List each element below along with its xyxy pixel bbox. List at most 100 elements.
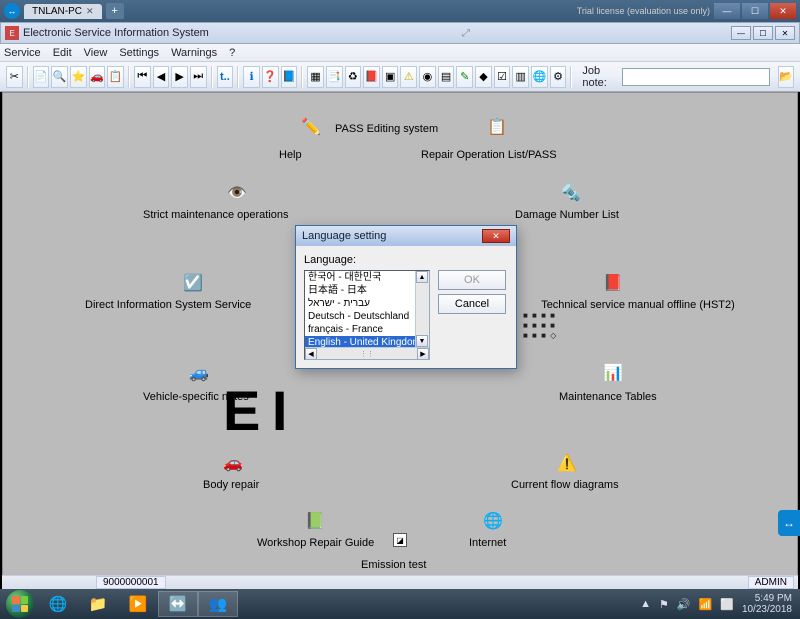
ok-button[interactable]: OK: [438, 270, 506, 290]
scroll-up-icon[interactable]: ▲: [416, 271, 428, 283]
tray-flag-icon[interactable]: ⚑: [659, 598, 669, 611]
window-maximize-button[interactable]: ☐: [742, 3, 768, 19]
tray-vol-icon[interactable]: 🔊: [677, 598, 691, 611]
tb-info-icon[interactable]: ℹ: [243, 66, 260, 88]
tb-btn-12[interactable]: 🌐: [531, 66, 548, 88]
tab-close-icon[interactable]: ✕: [86, 6, 94, 17]
app-minimize-button[interactable]: —: [731, 26, 751, 40]
tb-btn-1[interactable]: ▦: [307, 66, 324, 88]
label-repair-op: Repair Operation List/PASS: [421, 149, 557, 161]
task-esis[interactable]: 👥: [198, 591, 238, 617]
tb-next-icon[interactable]: ▶: [171, 66, 188, 88]
item-tech-manual[interactable]: 📕: [601, 271, 625, 297]
task-teamviewer[interactable]: ↔️: [158, 591, 198, 617]
task-ie[interactable]: 🌐: [38, 591, 78, 617]
item-pass-editing[interactable]: ✏️: [299, 115, 323, 141]
tb-find-icon[interactable]: 🔍: [51, 66, 68, 88]
tb-btn-2[interactable]: 📑: [326, 66, 343, 88]
job-note-input[interactable]: [622, 68, 770, 86]
tb-book-icon[interactable]: 📘: [281, 66, 298, 88]
tray-up-icon[interactable]: ▲: [640, 598, 651, 610]
tb-fav-icon[interactable]: ⭐: [70, 66, 87, 88]
tb-btn-10[interactable]: ☑: [494, 66, 511, 88]
teamviewer-side-tab[interactable]: ↔: [778, 510, 800, 536]
list-hscrollbar[interactable]: ◀ ⋮⋮ ▶: [305, 347, 429, 359]
menu-service[interactable]: Service: [4, 47, 41, 59]
lang-option-fr[interactable]: français - France: [305, 323, 429, 336]
tray-misc-icon[interactable]: ⬜: [720, 598, 734, 611]
tb-btn-7[interactable]: ▤: [438, 66, 455, 88]
task-media[interactable]: ▶️: [118, 591, 158, 617]
menu-warnings[interactable]: Warnings: [171, 47, 217, 59]
menu-edit[interactable]: Edit: [53, 47, 72, 59]
tb-page-icon[interactable]: 📋: [107, 66, 124, 88]
tb-help-icon[interactable]: ❓: [262, 66, 279, 88]
separator: [27, 66, 29, 88]
tb-doc-icon[interactable]: 📄: [33, 66, 50, 88]
tb-car-icon[interactable]: 🚗: [89, 66, 106, 88]
tray-net-icon[interactable]: 📶: [699, 598, 713, 611]
cancel-button[interactable]: Cancel: [438, 294, 506, 314]
tb-btn-8[interactable]: ✎: [456, 66, 473, 88]
dialog-title-bar[interactable]: Language setting ✕: [296, 226, 516, 246]
globe-icon: 🌐: [481, 509, 505, 533]
app-maximize-button[interactable]: ☐: [753, 26, 773, 40]
tb-note-open-icon[interactable]: 📂: [778, 66, 795, 88]
item-repair-op[interactable]: 📋: [485, 115, 509, 141]
tb-cut-icon[interactable]: ✂: [6, 66, 23, 88]
menu-settings[interactable]: Settings: [119, 47, 159, 59]
lang-option-de[interactable]: Deutsch - Deutschland: [305, 310, 429, 323]
item-maint-tables[interactable]: 📊: [601, 361, 625, 387]
language-dialog: Language setting ✕ Language: 한국어 - 대한민국 …: [295, 225, 517, 369]
windows-logo-icon: [6, 590, 34, 618]
new-tab-button[interactable]: +: [106, 3, 124, 19]
start-button[interactable]: [2, 589, 38, 619]
label-emission: Emission test: [361, 559, 426, 571]
label-help: Help: [279, 149, 302, 161]
label-current-flow: Current flow diagrams: [511, 479, 619, 491]
menu-help[interactable]: ?: [229, 47, 235, 59]
menu-view[interactable]: View: [84, 47, 108, 59]
scroll-thumb[interactable]: ⋮⋮: [317, 350, 417, 358]
app-close-button[interactable]: ✕: [775, 26, 795, 40]
item-internet[interactable]: 🌐: [481, 509, 505, 535]
tb-text-icon[interactable]: t..: [217, 66, 234, 88]
taskbar-clock[interactable]: 5:49 PM 10/23/2018: [742, 593, 792, 615]
emission-icon[interactable]: ◪: [393, 533, 407, 549]
list-vscrollbar[interactable]: ▲ ▼: [415, 271, 429, 347]
tb-btn-6[interactable]: ◉: [419, 66, 436, 88]
tb-warn-icon[interactable]: ⚠: [400, 66, 417, 88]
lang-option-he[interactable]: עברית - ישראל: [305, 297, 429, 310]
dialog-title: Language setting: [302, 230, 386, 242]
task-explorer[interactable]: 📁: [78, 591, 118, 617]
lang-option-ko[interactable]: 한국어 - 대한민국: [305, 271, 429, 284]
tb-btn-11[interactable]: ▥: [512, 66, 529, 88]
item-current-flow[interactable]: ⚠️: [555, 451, 579, 477]
window-minimize-button[interactable]: —: [714, 3, 740, 19]
lang-option-ja[interactable]: 日本語 - 日本: [305, 284, 429, 297]
tb-prev-icon[interactable]: ◀: [153, 66, 170, 88]
window-close-button[interactable]: ✕: [770, 3, 796, 19]
tb-btn-3[interactable]: ♻: [345, 66, 362, 88]
tab-title: TNLAN-PC: [32, 6, 82, 17]
language-listbox[interactable]: 한국어 - 대한민국 日本語 - 日本 עברית - ישראל Deutsc…: [304, 270, 430, 360]
item-strict-maint[interactable]: 👁️: [225, 181, 249, 207]
tb-btn-13[interactable]: ⚙: [550, 66, 567, 88]
dialog-close-button[interactable]: ✕: [482, 229, 510, 243]
pattern-grid: ■ ■ ■ ■■ ■ ■ ■■ ■ ■ ◇: [523, 311, 557, 341]
tb-last-icon[interactable]: ⏭: [190, 66, 207, 88]
item-damage-list[interactable]: 🔩: [559, 181, 583, 207]
tb-btn-5[interactable]: ▣: [382, 66, 399, 88]
item-workshop[interactable]: 📗: [303, 509, 327, 535]
item-vehicle-notes[interactable]: 🚙: [187, 361, 211, 387]
item-dis[interactable]: ☑️: [181, 271, 205, 297]
scroll-down-icon[interactable]: ▼: [416, 335, 428, 347]
scroll-left-icon[interactable]: ◀: [305, 348, 317, 360]
tb-btn-9[interactable]: ◆: [475, 66, 492, 88]
item-body-repair[interactable]: 🚗: [221, 451, 245, 477]
tb-first-icon[interactable]: ⏮: [134, 66, 151, 88]
remote-tab[interactable]: TNLAN-PC ✕: [24, 4, 102, 19]
tb-btn-4[interactable]: 📕: [363, 66, 380, 88]
scroll-right-icon[interactable]: ▶: [417, 348, 429, 360]
drag-handle-icon[interactable]: ⤢: [462, 28, 470, 39]
